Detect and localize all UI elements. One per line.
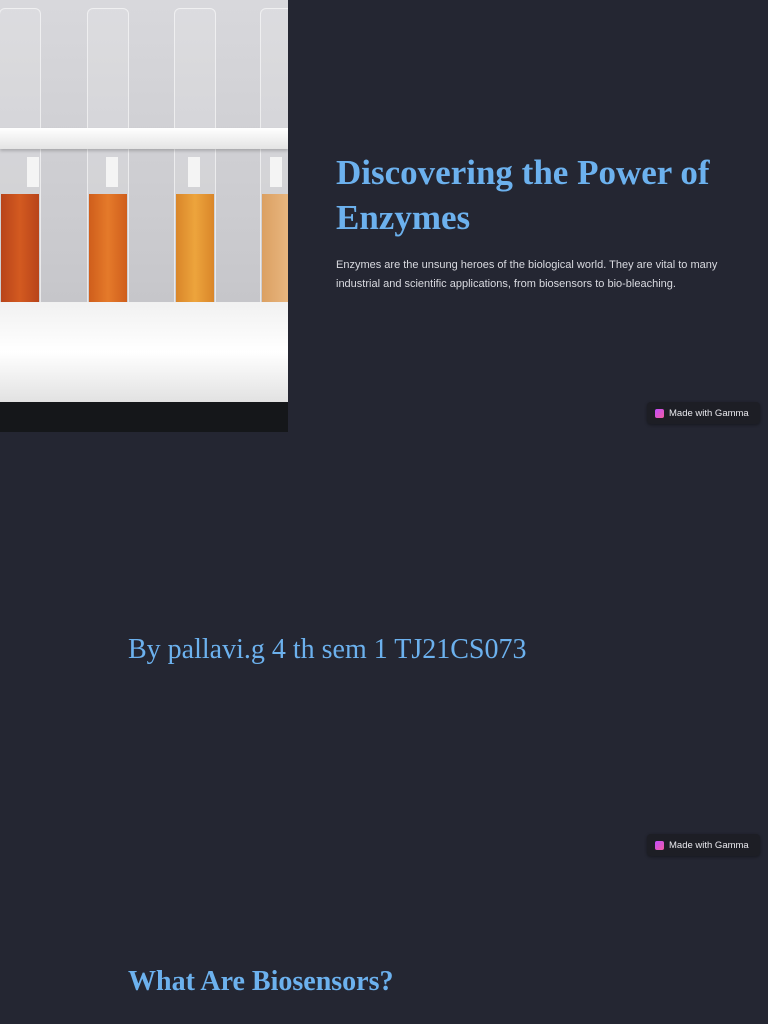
slide-description: Enzymes are the unsung heroes of the bio…	[336, 259, 718, 290]
badge-label: Made with Gamma	[669, 407, 749, 419]
gamma-logo-icon	[655, 840, 664, 850]
gamma-logo-icon	[655, 408, 664, 418]
slide-title: Discovering the Power of Enzymes	[336, 153, 710, 237]
test-tubes-photo	[0, 0, 288, 432]
section-heading: What Are Biosensors?	[128, 966, 394, 997]
rack-bar	[0, 128, 288, 149]
made-with-gamma-button[interactable]: Made with Gamma	[647, 402, 760, 424]
author-line: By pallavi.g 4 th sem 1 TJ21CS073	[128, 634, 527, 665]
badge-label: Made with Gamma	[669, 839, 749, 851]
rack-base	[0, 302, 288, 402]
made-with-gamma-button[interactable]: Made with Gamma	[647, 834, 760, 856]
